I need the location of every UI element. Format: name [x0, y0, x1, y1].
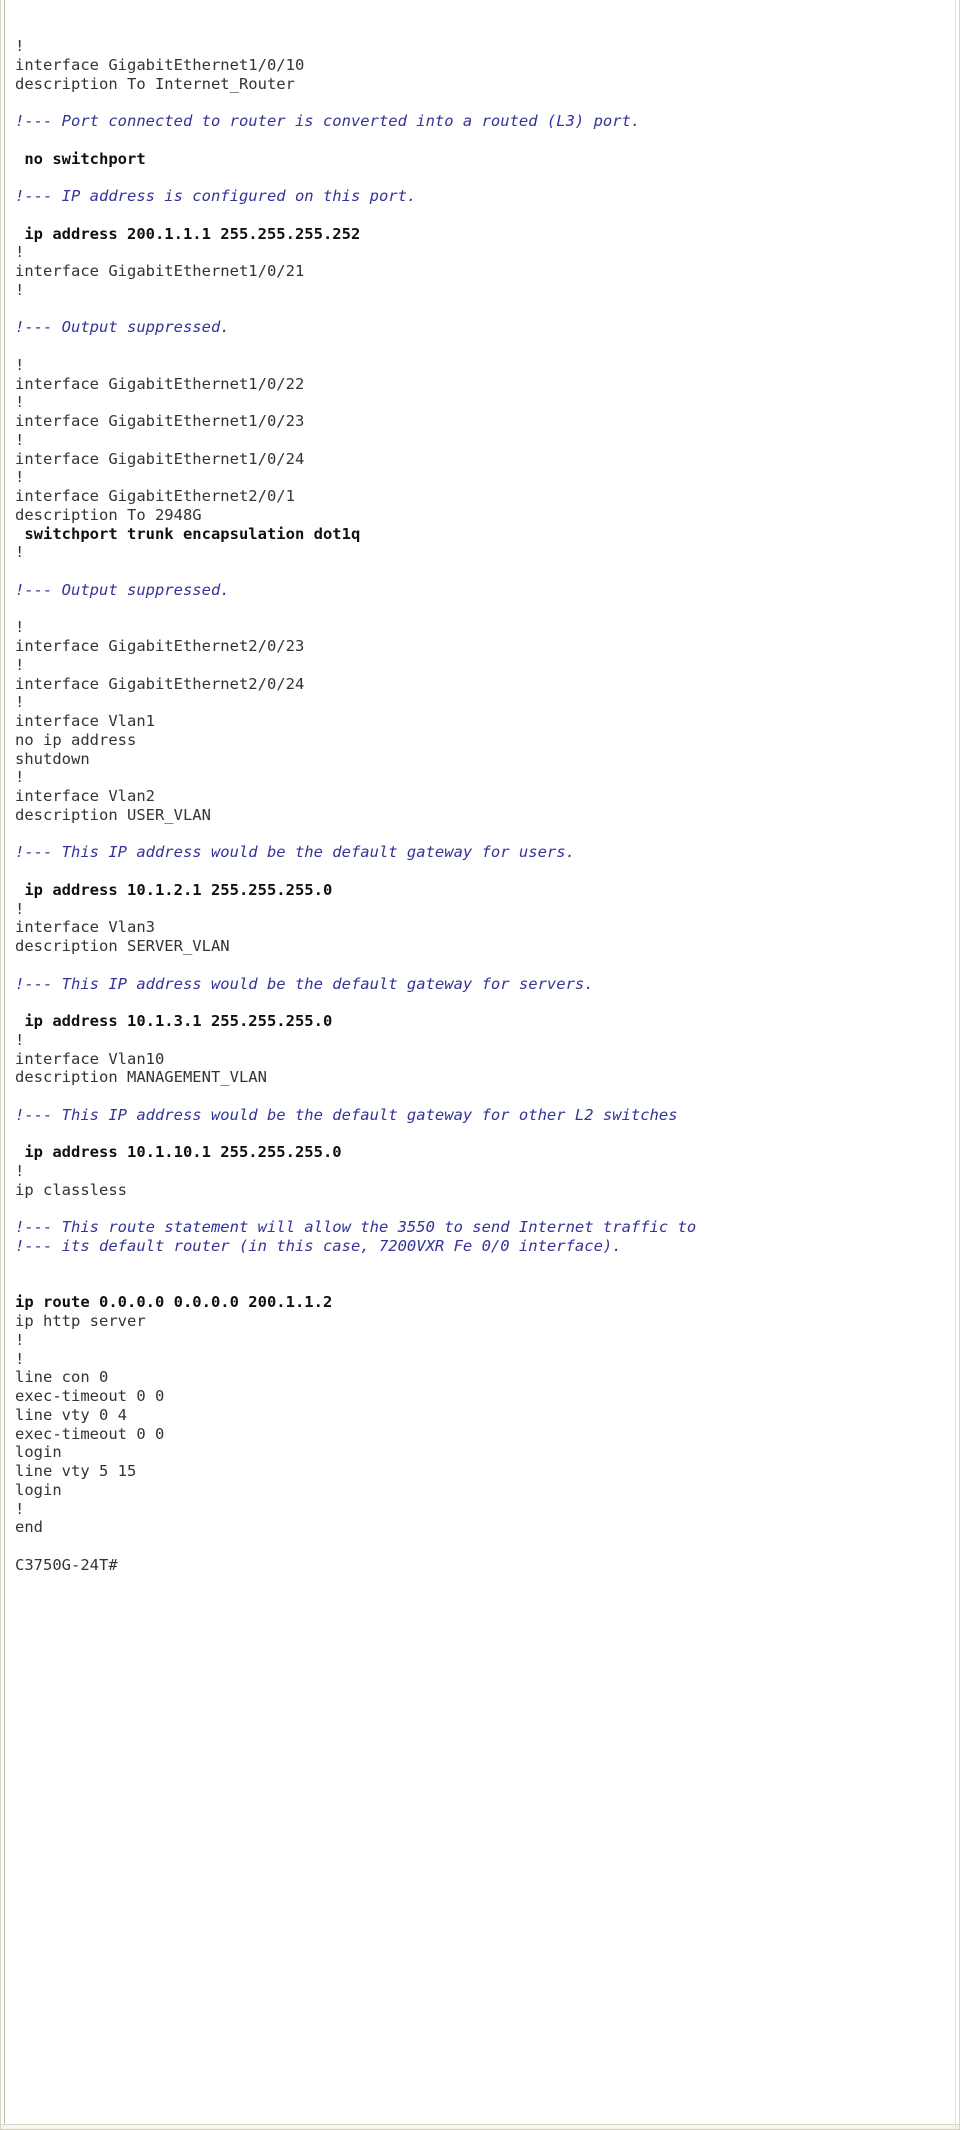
config-command-line: switchport trunk encapsulation dot1q	[15, 524, 361, 543]
config-output-line: exec-timeout 0 0	[15, 1387, 165, 1405]
config-blank-line	[15, 93, 959, 112]
config-command-line: ip address 10.1.10.1 255.255.255.0	[15, 1143, 342, 1162]
config-output-line: !	[15, 430, 25, 449]
config-output-line: interface GigabitEthernet2/0/24	[15, 674, 305, 693]
config-blank-line	[15, 600, 959, 619]
config-output-line: interface Vlan1	[15, 712, 155, 730]
config-output-line: shutdown	[15, 749, 90, 768]
config-blank-line	[15, 1275, 959, 1294]
config-output-line: !	[15, 393, 25, 412]
config-output-line: !	[15, 1349, 25, 1368]
config-output-line: !	[15, 280, 25, 299]
config-output-line: login	[15, 1480, 62, 1499]
config-output-line: interface GigabitEthernet1/0/22	[15, 374, 305, 393]
config-output-line: !	[15, 37, 25, 55]
config-output-line: !	[15, 768, 25, 787]
config-blank-line	[15, 168, 959, 187]
config-output-panel: ! interface GigabitEthernet1/0/10 descript…	[0, 0, 960, 2130]
config-output-line: interface GigabitEthernet1/0/10	[15, 55, 305, 74]
config-annotation-line: !--- Port connected to router is convert…	[15, 112, 641, 130]
panel-bottom-rule	[1, 2124, 959, 2130]
config-output-line: interface GigabitEthernet1/0/24	[15, 449, 305, 468]
device-prompt: C3750G-24T#	[15, 1555, 118, 1574]
config-output-line: description MANAGEMENT_VLAN	[15, 1068, 267, 1087]
config-blank-line	[15, 825, 959, 844]
config-command-line: ip address 10.1.3.1 255.255.255.0	[15, 1012, 333, 1030]
config-output-line: interface Vlan10	[15, 1049, 165, 1068]
config-blank-line	[15, 1537, 959, 1556]
config-output-line: !	[15, 243, 25, 262]
config-output-line: no ip address	[15, 730, 137, 749]
config-output-line: interface GigabitEthernet1/0/23	[15, 412, 305, 430]
config-output-line: interface GigabitEthernet2/0/23	[15, 637, 305, 655]
config-output-line: description USER_VLAN	[15, 805, 211, 824]
config-annotation-line: !--- Output suppressed.	[15, 580, 230, 599]
config-annotation-line: !--- This route statement will allow the…	[15, 1218, 697, 1237]
config-blank-line	[15, 1125, 959, 1144]
config-blank-line	[15, 206, 959, 225]
config-command-line: no switchport	[15, 149, 146, 168]
config-output-line: interface GigabitEthernet2/0/1	[15, 487, 295, 505]
config-output-line: ip classless	[15, 1180, 127, 1199]
config-annotation-line: !--- its default router (in this case, 7…	[15, 1237, 622, 1255]
config-annotation-line: !--- This IP address would be the defaul…	[15, 1105, 678, 1124]
config-output-line: !	[15, 1030, 25, 1049]
config-output-line: !	[15, 468, 25, 487]
config-output-line: exec-timeout 0 0	[15, 1424, 165, 1443]
config-output-line: !	[15, 1330, 25, 1349]
config-output-line: !	[15, 355, 25, 374]
config-output-line: interface Vlan3	[15, 918, 155, 937]
config-output-line: !	[15, 1499, 25, 1518]
config-output-line: !	[15, 655, 25, 674]
config-output-line: description To Internet_Router	[15, 74, 295, 93]
config-blank-line	[15, 993, 959, 1012]
config-output-line: !	[15, 1162, 25, 1180]
config-output-line: !	[15, 618, 25, 637]
config-blank-line	[15, 300, 959, 319]
config-command-line: ip address 10.1.2.1 255.255.255.0	[15, 880, 333, 899]
config-output-line: !	[15, 693, 25, 712]
config-output-line: interface Vlan2	[15, 787, 155, 805]
config-blank-line	[15, 1200, 959, 1219]
config-output-line: end	[15, 1518, 43, 1537]
config-blank-line	[15, 1256, 959, 1275]
config-annotation-line: !--- Output suppressed.	[15, 318, 230, 337]
config-blank-line	[15, 131, 959, 150]
config-output-line: line vty 0 4	[15, 1405, 127, 1424]
config-output-line: description SERVER_VLAN	[15, 937, 230, 955]
config-output-line: ip http server	[15, 1312, 146, 1330]
config-blank-line	[15, 1087, 959, 1106]
config-annotation-line: !--- IP address is configured on this po…	[15, 187, 417, 205]
config-command-line: ip route 0.0.0.0 0.0.0.0 200.1.1.2	[15, 1293, 333, 1312]
config-output-line: interface GigabitEthernet1/0/21	[15, 262, 305, 280]
config-blank-line	[15, 862, 959, 881]
config-output-line: line con 0	[15, 1368, 109, 1387]
config-command-line: ip address 200.1.1.1 255.255.255.252	[15, 224, 361, 243]
config-output-line: !	[15, 899, 25, 918]
config-output-line: !	[15, 543, 25, 562]
config-output-line: line vty 5 15	[15, 1462, 137, 1480]
config-output-line: description To 2948G	[15, 505, 202, 524]
running-config-listing[interactable]: ! interface GigabitEthernet1/0/10 descript…	[1, 13, 959, 1575]
config-annotation-line: !--- This IP address would be the defaul…	[15, 843, 575, 862]
config-annotation-line: !--- This IP address would be the defaul…	[15, 974, 594, 993]
config-blank-line	[15, 562, 959, 581]
config-output-line: login	[15, 1443, 62, 1462]
config-blank-line	[15, 956, 959, 975]
config-blank-line	[15, 337, 959, 356]
